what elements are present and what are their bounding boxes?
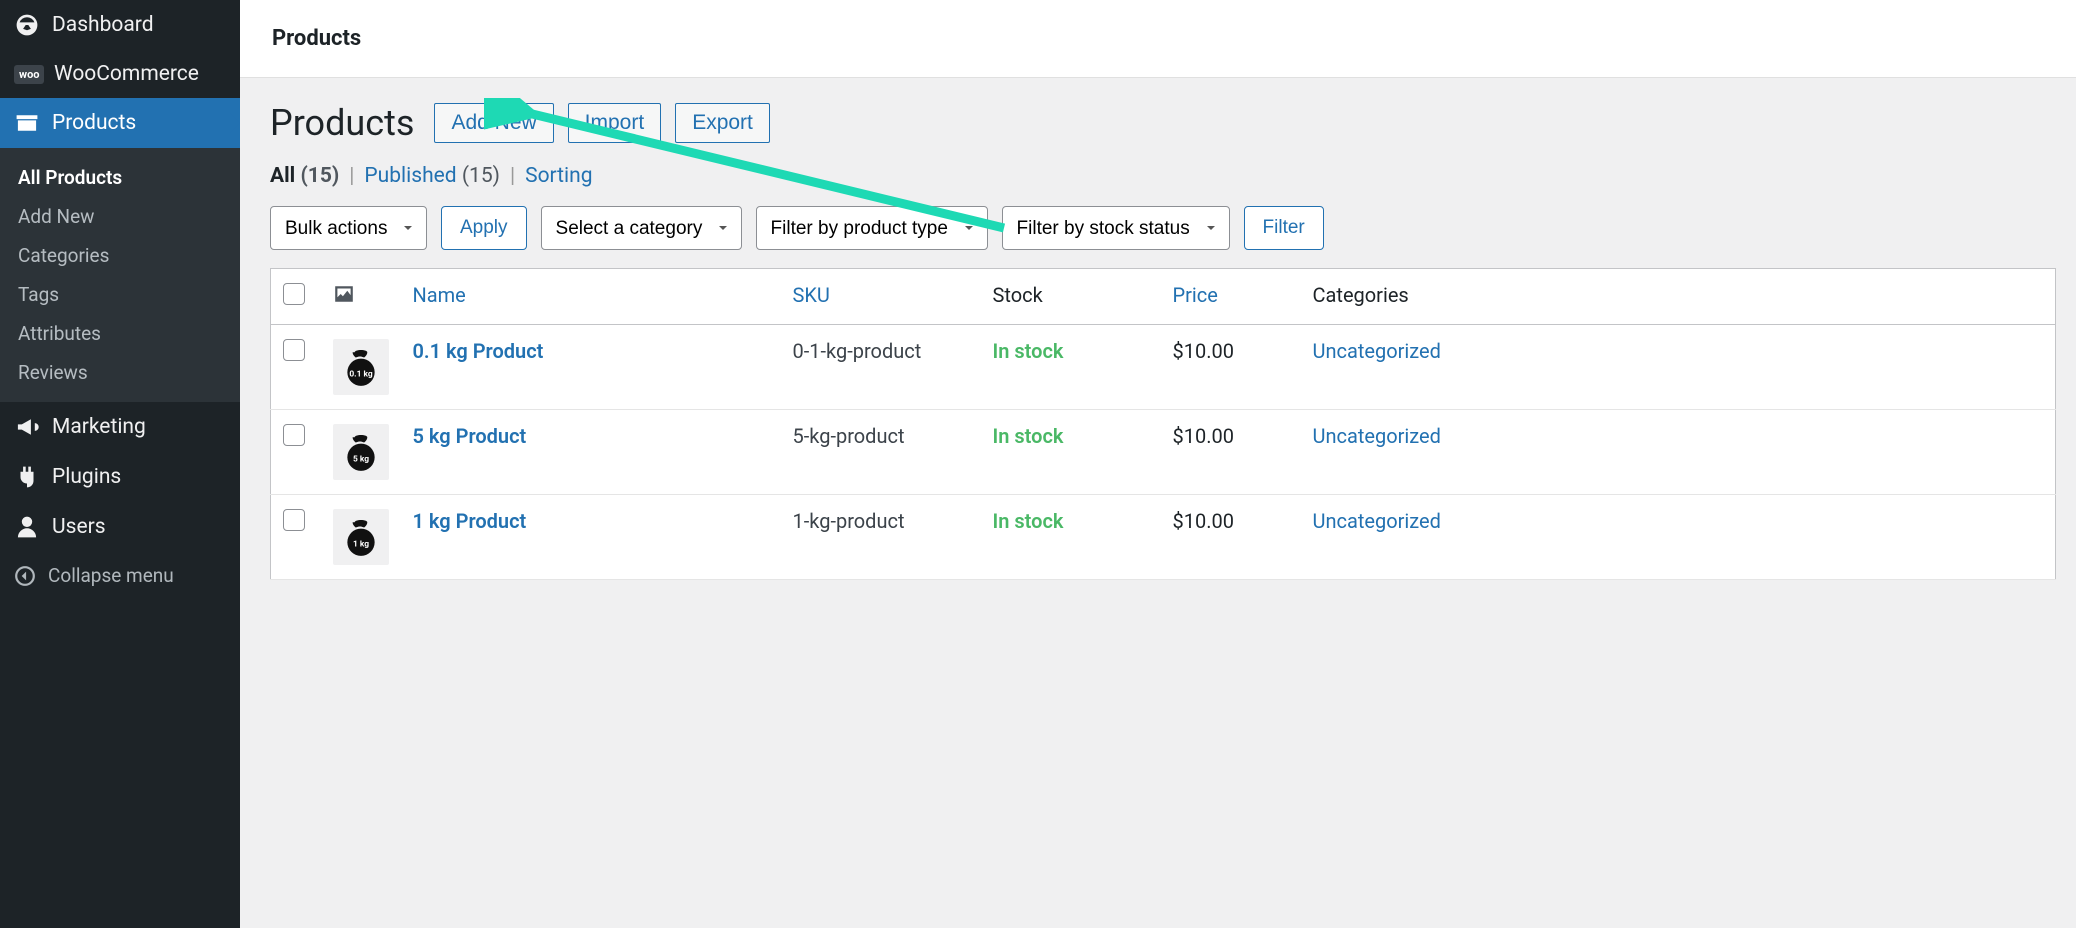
collapse-icon <box>14 565 36 587</box>
sidebar-collapse-button[interactable]: Collapse menu <box>0 552 240 599</box>
stock-status: In stock <box>993 509 1064 533</box>
sidebar-item-users[interactable]: Users <box>0 502 240 552</box>
table-header-row: Name SKU Stock Price Categories <box>271 269 2056 325</box>
sidebar-sub-tags[interactable]: Tags <box>0 275 240 314</box>
svg-text:1 kg: 1 kg <box>352 539 368 549</box>
product-name-link[interactable]: 5 kg Product <box>413 424 527 448</box>
product-thumbnail[interactable]: 1 kg <box>333 509 389 565</box>
archive-icon <box>14 110 40 136</box>
table-row: 0.1 kg 0.1 kg Product 0-1-kg-product In … <box>271 325 2056 410</box>
product-category-link[interactable]: Uncategorized <box>1313 509 1441 533</box>
svg-text:0.1 kg: 0.1 kg <box>349 369 373 379</box>
sidebar-item-woocommerce[interactable]: woo WooCommerce <box>0 50 240 98</box>
apply-button[interactable]: Apply <box>441 206 527 250</box>
sidebar-item-products[interactable]: Products <box>0 98 240 148</box>
content-area: Products Add New Import Export All (15) … <box>240 78 2076 928</box>
add-new-button[interactable]: Add New <box>434 103 553 143</box>
row-checkbox[interactable] <box>283 339 305 361</box>
row-checkbox[interactable] <box>283 509 305 531</box>
column-price[interactable]: Price <box>1161 269 1301 325</box>
filter-button[interactable]: Filter <box>1244 206 1324 250</box>
product-type-filter-select[interactable]: Filter by product type <box>756 206 988 250</box>
product-price: $10.00 <box>1161 325 1301 410</box>
sidebar-sub-reviews[interactable]: Reviews <box>0 353 240 392</box>
product-thumbnail[interactable]: 0.1 kg <box>333 339 389 395</box>
product-sku: 5-kg-product <box>781 410 981 495</box>
sidebar-sub-all-products[interactable]: All Products <box>0 158 240 197</box>
status-filters: All (15) | Published (15) | Sorting <box>270 164 2056 188</box>
column-thumbnail <box>321 269 401 325</box>
bulk-actions-select[interactable]: Bulk actions <box>270 206 427 250</box>
sidebar-item-plugins[interactable]: Plugins <box>0 452 240 502</box>
product-price: $10.00 <box>1161 410 1301 495</box>
status-all[interactable]: All (15) <box>270 164 339 188</box>
products-table: Name SKU Stock Price Categories 0.1 kg 0… <box>270 268 2056 580</box>
column-name[interactable]: Name <box>401 269 781 325</box>
product-thumbnail[interactable]: 5 kg <box>333 424 389 480</box>
page-header: Products Add New Import Export <box>270 102 2056 144</box>
select-all-checkbox[interactable] <box>283 283 305 305</box>
table-row: 1 kg 1 kg Product 1-kg-product In stock … <box>271 495 2056 580</box>
product-name-link[interactable]: 1 kg Product <box>413 509 527 533</box>
woocommerce-icon: woo <box>14 65 44 84</box>
sidebar-item-label: Products <box>52 111 136 135</box>
sidebar-sub-add-new[interactable]: Add New <box>0 197 240 236</box>
status-sorting[interactable]: Sorting <box>525 164 592 188</box>
column-stock: Stock <box>981 269 1161 325</box>
row-checkbox[interactable] <box>283 424 305 446</box>
product-sku: 0-1-kg-product <box>781 325 981 410</box>
stock-status: In stock <box>993 424 1064 448</box>
product-name-link[interactable]: 0.1 kg Product <box>413 339 544 363</box>
import-button[interactable]: Import <box>568 103 662 143</box>
table-row: 5 kg 5 kg Product 5-kg-product In stock … <box>271 410 2056 495</box>
filter-row: Bulk actions Apply Select a category Fil… <box>270 206 2056 250</box>
product-category-link[interactable]: Uncategorized <box>1313 339 1441 363</box>
admin-sidebar: Dashboard woo WooCommerce Products All P… <box>0 0 240 928</box>
plug-icon <box>14 464 40 490</box>
sidebar-item-label: Plugins <box>52 465 121 489</box>
user-icon <box>14 514 40 540</box>
image-icon <box>333 283 355 305</box>
stock-status-filter-select[interactable]: Filter by stock status <box>1002 206 1230 250</box>
category-filter-select[interactable]: Select a category <box>541 206 742 250</box>
product-price: $10.00 <box>1161 495 1301 580</box>
column-categories: Categories <box>1301 269 2056 325</box>
column-sku[interactable]: SKU <box>781 269 981 325</box>
sidebar-item-label: Marketing <box>52 415 146 439</box>
sidebar-item-marketing[interactable]: Marketing <box>0 402 240 452</box>
sidebar-item-label: WooCommerce <box>54 62 199 86</box>
sidebar-sub-attributes[interactable]: Attributes <box>0 314 240 353</box>
product-category-link[interactable]: Uncategorized <box>1313 424 1441 448</box>
sidebar-item-label: Dashboard <box>52 13 154 37</box>
dashboard-icon <box>14 12 40 38</box>
megaphone-icon <box>14 414 40 440</box>
page-title: Products <box>270 102 414 144</box>
main-content: Products Products Add New Import Export … <box>240 0 2076 928</box>
sidebar-item-dashboard[interactable]: Dashboard <box>0 0 240 50</box>
sidebar-submenu-products: All Products Add New Categories Tags Att… <box>0 148 240 402</box>
top-bar: Products <box>240 0 2076 78</box>
collapse-label: Collapse menu <box>48 564 174 587</box>
breadcrumb-title: Products <box>272 26 2044 51</box>
stock-status: In stock <box>993 339 1064 363</box>
sidebar-sub-categories[interactable]: Categories <box>0 236 240 275</box>
export-button[interactable]: Export <box>675 103 770 143</box>
svg-text:5 kg: 5 kg <box>352 454 368 464</box>
sidebar-item-label: Users <box>52 515 106 539</box>
product-sku: 1-kg-product <box>781 495 981 580</box>
status-published[interactable]: Published (15) <box>364 164 500 188</box>
